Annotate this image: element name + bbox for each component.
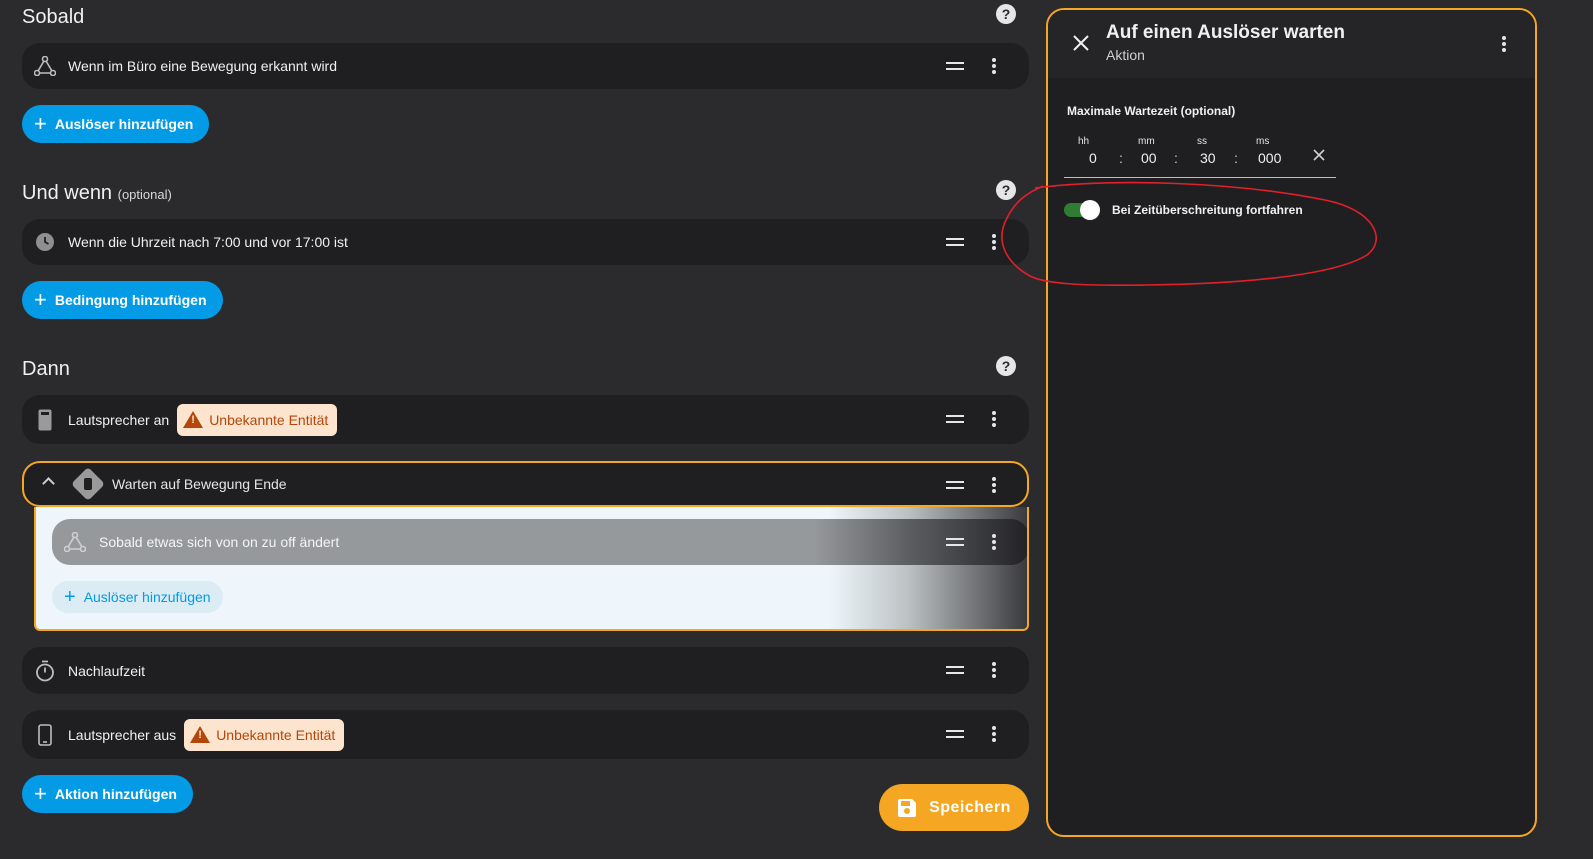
add-condition-button[interactable]: + Bedingung hinzufügen <box>22 281 223 319</box>
unit-hh: hh <box>1078 136 1090 147</box>
plus-icon: + <box>34 781 47 806</box>
nested-add-label: Auslöser hinzufügen <box>83 589 211 605</box>
nested-add-trigger-button[interactable]: + Auslöser hinzufügen <box>52 581 223 613</box>
panel-header: Auf einen Auslöser warten Aktion <box>1048 10 1535 78</box>
action-row-speaker-on[interactable]: Lautsprecher an Unbekannte Entität <box>22 395 1029 444</box>
save-button[interactable]: Speichern <box>879 784 1029 831</box>
help-icon-dann[interactable]: ? <box>996 356 1016 376</box>
clock-icon <box>22 232 68 252</box>
plus-icon: + <box>64 586 76 608</box>
panel-more-vert-icon[interactable] <box>1502 36 1506 52</box>
action4-label: Lautsprecher aus <box>68 726 177 743</box>
badge-text: Unbekannte Entität <box>216 726 336 743</box>
drag-handle-icon[interactable] <box>946 481 964 489</box>
unit-ss: ss <box>1197 136 1207 147</box>
more-vert-icon[interactable] <box>992 477 996 493</box>
action3-label: Nachlaufzeit <box>68 662 146 679</box>
trigger-icon <box>63 531 87 557</box>
plus-icon: + <box>34 111 47 136</box>
drag-handle-icon[interactable] <box>946 62 964 70</box>
separator: : <box>1174 150 1178 166</box>
panel-subtitle: Aktion <box>1106 47 1145 63</box>
action-row-speaker-off[interactable]: Lautsprecher aus Unbekannte Entität <box>22 710 1029 759</box>
action-row-delay[interactable]: Nachlaufzeit <box>22 647 1029 694</box>
drag-handle-icon[interactable] <box>946 415 964 423</box>
warning-icon <box>183 411 204 428</box>
drag-handle-icon[interactable] <box>946 730 964 738</box>
drag-handle-icon[interactable] <box>946 538 964 546</box>
und-wenn-title: Und wenn <box>22 182 113 204</box>
speaker-icon <box>22 409 68 431</box>
save-icon <box>898 798 917 817</box>
phone-icon <box>22 723 68 746</box>
wait-label: Warten auf Bewegung Ende <box>112 476 287 492</box>
warning-icon <box>190 726 211 743</box>
save-label: Speichern <box>929 798 1011 816</box>
unit-ms: ms <box>1256 136 1270 147</box>
add-trigger-button[interactable]: + Auslöser hinzufügen <box>22 105 210 143</box>
more-vert-icon[interactable] <box>992 726 996 742</box>
trigger-icon <box>22 56 68 76</box>
more-vert-icon[interactable] <box>992 534 996 550</box>
timeout-label: Maximale Wartezeit (optional) <box>1067 104 1236 118</box>
optional-label: (optional) <box>117 187 172 202</box>
unknown-entity-badge: Unbekannte Entität <box>184 718 345 751</box>
condition-row[interactable]: Wenn die Uhrzeit nach 7:00 und vor 17:00… <box>22 219 1029 265</box>
wait-action-row[interactable]: Warten auf Bewegung Ende <box>22 461 1029 507</box>
traffic-light-icon <box>71 467 105 501</box>
separator: : <box>1234 150 1238 166</box>
add-trigger-label: Auslöser hinzufügen <box>54 116 194 132</box>
more-vert-icon[interactable] <box>992 58 996 74</box>
separator: : <box>1119 150 1123 166</box>
hours-field[interactable]: 0 <box>1089 150 1097 166</box>
close-icon[interactable] <box>1072 34 1090 52</box>
nested-trigger-container: Sobald etwas sich von on zu off ändert +… <box>34 507 1029 631</box>
trigger-label: Wenn im Büro eine Bewegung erkannt wird <box>68 58 338 74</box>
add-action-label: Aktion hinzufügen <box>54 786 177 802</box>
nested-trigger-row[interactable]: Sobald etwas sich von on zu off ändert <box>52 519 1027 565</box>
drag-handle-icon[interactable] <box>946 238 964 246</box>
plus-icon: + <box>34 287 47 312</box>
add-condition-label: Bedingung hinzufügen <box>54 292 207 308</box>
milliseconds-field[interactable]: 000 <box>1258 150 1281 166</box>
condition-label: Wenn die Uhrzeit nach 7:00 und vor 17:00… <box>68 234 348 250</box>
panel-title: Auf einen Auslöser warten <box>1106 22 1345 43</box>
chevron-up-icon[interactable] <box>42 477 55 490</box>
section-title-sobald: Sobald <box>22 6 85 28</box>
help-icon-sobald[interactable]: ? <box>996 4 1016 24</box>
action-editor-panel: Auf einen Auslöser warten Aktion Maximal… <box>1046 8 1537 837</box>
unknown-entity-badge: Unbekannte Entität <box>177 403 338 436</box>
badge-text: Unbekannte Entität <box>209 411 329 428</box>
nested-trigger-label: Sobald etwas sich von on zu off ändert <box>99 534 340 550</box>
red-annotation-circle <box>1001 181 1377 287</box>
section-title-und-wenn: Und wenn (optional) <box>22 182 172 205</box>
duration-input[interactable]: hh 0 : mm 00 : ss 30 : ms 000 <box>1064 134 1336 178</box>
drag-handle-icon[interactable] <box>946 666 964 674</box>
action1-label: Lautsprecher an <box>68 411 170 428</box>
more-vert-icon[interactable] <box>992 662 996 678</box>
add-action-button[interactable]: + Aktion hinzufügen <box>22 775 193 813</box>
clear-icon[interactable] <box>1312 148 1326 162</box>
more-vert-icon[interactable] <box>992 411 996 427</box>
minutes-field[interactable]: 00 <box>1141 150 1157 166</box>
unit-mm: mm <box>1138 136 1155 147</box>
trigger-row[interactable]: Wenn im Büro eine Bewegung erkannt wird <box>22 43 1029 89</box>
timer-icon <box>22 660 68 682</box>
section-title-dann: Dann <box>22 358 70 380</box>
seconds-field[interactable]: 30 <box>1200 150 1216 166</box>
